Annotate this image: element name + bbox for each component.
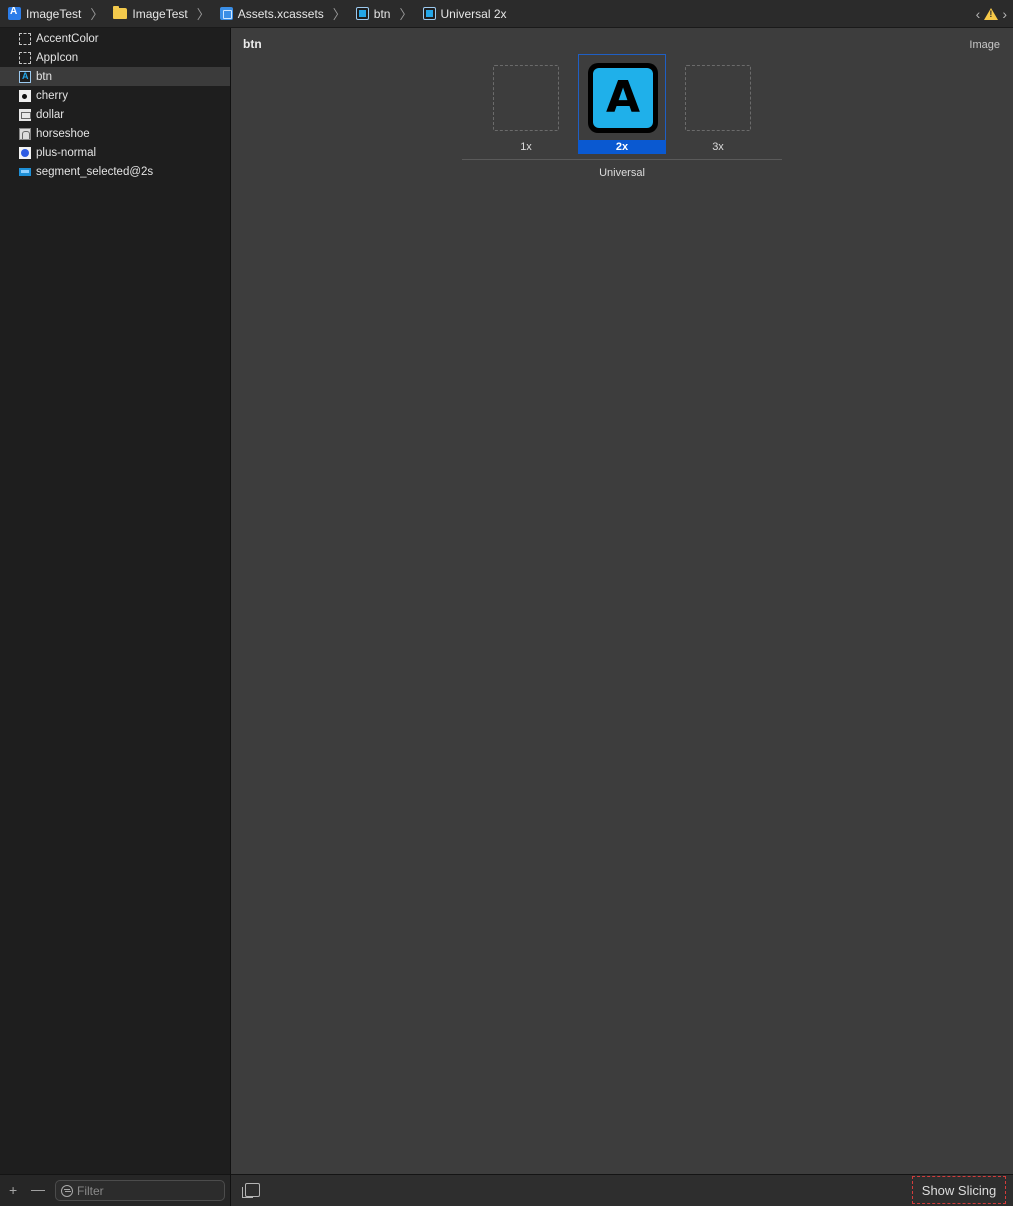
slot-1x-label: 1x — [520, 141, 532, 153]
asset-list: AccentColor AppIcon btn cherry dollar ho… — [0, 28, 230, 1174]
sidebar-item-label: horseshoe — [36, 127, 90, 140]
sidebar-item-horseshoe[interactable]: horseshoe — [0, 124, 230, 143]
group-divider — [462, 159, 782, 160]
chevron-left-icon[interactable]: ‹ — [976, 6, 981, 22]
image-set-icon — [422, 7, 436, 20]
asset-kind-label: Image — [969, 39, 1000, 51]
btn-image-letter: A — [593, 68, 653, 128]
filter-input[interactable] — [77, 1183, 217, 1198]
show-slicing-button[interactable]: Show Slicing — [912, 1176, 1006, 1204]
breadcrumb-project[interactable]: ImageTest — [26, 7, 81, 21]
chevron-right-icon: 〉 — [399, 7, 413, 22]
slot-1x-dropzone[interactable] — [493, 65, 559, 131]
breadcrumb-image-set[interactable]: btn — [374, 7, 391, 21]
breadcrumb-asset-catalog[interactable]: Assets.xcassets — [238, 7, 324, 21]
sidebar-item-label: plus-normal — [36, 146, 97, 159]
sidebar-item-plus-normal[interactable]: plus-normal — [0, 143, 230, 162]
sidebar-item-label: btn — [36, 70, 52, 83]
dashed-placeholder-icon — [19, 32, 31, 45]
asset-list-footer: + — — [0, 1174, 230, 1206]
add-asset-button[interactable]: + — [9, 1182, 17, 1198]
slot-3x-dropzone[interactable] — [685, 65, 751, 131]
btn-image-preview[interactable]: A — [588, 63, 658, 133]
plus-image-icon — [19, 146, 31, 159]
attributes-toggle-icon[interactable] — [242, 1183, 260, 1198]
cherry-image-icon — [19, 89, 31, 102]
group-label-universal: Universal — [599, 167, 645, 179]
editor-footer: Show Slicing — [231, 1174, 1013, 1206]
slot-2x-label: 2x — [578, 140, 666, 154]
dollar-image-icon — [19, 108, 31, 121]
filter-icon — [61, 1184, 73, 1197]
image-set-editor: btn Image 1x A 2x 3x Universal — [231, 28, 1013, 1174]
sidebar-item-accentcolor[interactable]: AccentColor — [0, 29, 230, 48]
warning-icon[interactable] — [984, 8, 999, 20]
breadcrumb-group[interactable]: ImageTest — [132, 7, 187, 21]
horseshoe-image-icon — [19, 127, 31, 140]
sidebar-item-appicon[interactable]: AppIcon — [0, 48, 230, 67]
sidebar-item-btn[interactable]: btn — [0, 67, 230, 86]
sidebar-item-label: AppIcon — [36, 51, 79, 64]
slot-3x-label: 3x — [712, 141, 724, 153]
sidebar-item-label: cherry — [36, 89, 68, 102]
image-set-title: btn — [243, 37, 262, 51]
sidebar-item-segment-selected[interactable]: segment_selected@2s — [0, 162, 230, 181]
breadcrumb: ImageTest 〉 ImageTest 〉 Assets.xcassets … — [8, 4, 507, 23]
asset-catalog-icon — [219, 7, 233, 20]
segment-image-icon — [19, 167, 31, 176]
breadcrumb-slot[interactable]: Universal 2x — [441, 7, 507, 21]
chevron-right-icon: 〉 — [332, 7, 346, 22]
jump-bar-controls: ‹ › — [976, 6, 1007, 22]
filter-field[interactable] — [55, 1180, 225, 1201]
folder-icon — [113, 6, 128, 19]
btn-image-icon — [19, 70, 31, 83]
chevron-right-icon: 〉 — [196, 7, 210, 22]
jump-bar: ImageTest 〉 ImageTest 〉 Assets.xcassets … — [0, 0, 1013, 28]
sidebar-item-label: dollar — [36, 108, 65, 121]
chevron-right-icon: 〉 — [90, 7, 104, 22]
chevron-right-icon[interactable]: › — [1002, 6, 1007, 22]
sidebar-item-cherry[interactable]: cherry — [0, 86, 230, 105]
dashed-placeholder-icon — [19, 51, 31, 64]
sidebar-item-dollar[interactable]: dollar — [0, 105, 230, 124]
remove-asset-button[interactable]: — — [31, 1181, 45, 1197]
sidebar-item-label: segment_selected@2s — [36, 165, 154, 178]
project-icon — [8, 6, 21, 20]
sidebar-item-label: AccentColor — [36, 32, 99, 45]
image-set-icon — [355, 7, 369, 20]
